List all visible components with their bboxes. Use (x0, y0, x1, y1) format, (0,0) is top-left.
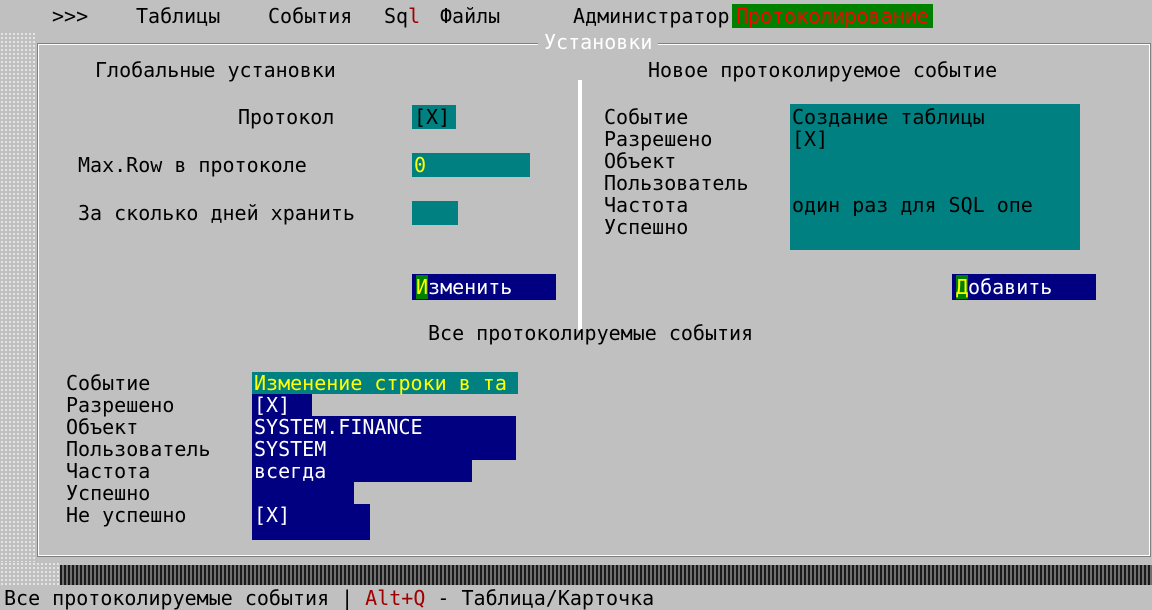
menu-item-sql-label: Sq (384, 4, 409, 28)
background-pattern-bottom (0, 562, 60, 586)
all-events-success-field[interactable] (252, 482, 354, 504)
status-separator: | (341, 586, 354, 610)
window-title: Установки (538, 30, 659, 54)
status-bar: Все протоколируемые события | Alt+Q - Табл… (0, 586, 1152, 610)
background-pattern-left (0, 32, 36, 587)
new-event-event-field[interactable]: Создание таблицы (792, 106, 985, 128)
all-events-label-fail: Не успешно (66, 503, 187, 527)
all-events-allowed-checkbox[interactable]: [X] (252, 394, 312, 416)
status-hint: - Таблица/Карточка (425, 586, 655, 610)
all-events-label-success: Успешно (66, 481, 151, 505)
all-events-label-frequency: Частота (66, 459, 151, 483)
menu-item-sql-hotkey: l (408, 4, 421, 28)
menu-item-tables[interactable]: Таблицы (136, 4, 220, 28)
menu-item-events[interactable]: События (268, 4, 352, 28)
change-button-hotkey: И (416, 275, 429, 299)
menu-item-sql[interactable]: Sql (384, 4, 420, 28)
new-event-label-user: Пользователь (604, 171, 749, 195)
all-events-label-user: Пользователь (66, 437, 211, 461)
new-event-label-object: Объект (604, 149, 677, 173)
menu-item-logging[interactable]: Протоколирование (732, 4, 933, 28)
add-button[interactable]: Добавить (952, 274, 1096, 300)
new-event-heading: Новое протоколируемое событие (648, 58, 998, 82)
new-event-label-allowed: Разрешено (604, 127, 713, 151)
status-hotkey: Alt+Q (365, 586, 426, 610)
protocol-checkbox[interactable]: [X] (412, 105, 456, 129)
days-input[interactable] (412, 201, 458, 225)
menu-prompt[interactable]: >>> (52, 4, 88, 28)
all-events-label-event: Событие (66, 371, 151, 395)
all-events-object-field[interactable]: SYSTEM.FINANCE (252, 416, 516, 438)
all-events-heading: Все протоколируемые события (428, 321, 754, 345)
maxrow-input[interactable]: 0 (412, 153, 530, 177)
new-event-frequency-field[interactable]: один раз для SQL опе (792, 194, 1080, 216)
new-event-label-frequency: Частота (604, 193, 689, 217)
change-button-label: зменить (428, 275, 513, 299)
add-button-label: обавить (968, 275, 1053, 299)
add-button-hotkey: Д (956, 275, 969, 299)
menu-item-files[interactable]: Файлы (440, 4, 500, 28)
change-button[interactable]: Изменить (412, 274, 556, 300)
column-separator (578, 80, 582, 330)
all-events-event-field[interactable]: Изменение строки в та (252, 372, 518, 394)
days-label: За сколько дней хранить (78, 201, 355, 225)
maxrow-label: Max.Row в протоколе (78, 153, 307, 177)
new-event-label-success: Успешно (604, 215, 689, 239)
menu-bar: >>> Таблицы События Sql Файлы Администра… (0, 0, 1152, 32)
status-text: Все протоколируемые события (4, 586, 330, 610)
all-events-frequency-field[interactable]: всегда (252, 460, 472, 482)
all-events-fail-checkbox[interactable]: [X] (252, 504, 370, 540)
horizontal-scrollbar[interactable] (60, 565, 1152, 585)
new-event-label-event: Событие (604, 105, 689, 129)
new-event-allowed-checkbox[interactable]: [X] (792, 128, 828, 150)
global-settings-heading: Глобальные установки (95, 58, 336, 82)
menu-item-admin[interactable]: Администратор (573, 4, 730, 28)
protocol-label: Протокол (238, 105, 335, 129)
all-events-label-allowed: Разрешено (66, 393, 175, 417)
all-events-label-object: Объект (66, 415, 139, 439)
all-events-user-field[interactable]: SYSTEM (252, 438, 516, 460)
